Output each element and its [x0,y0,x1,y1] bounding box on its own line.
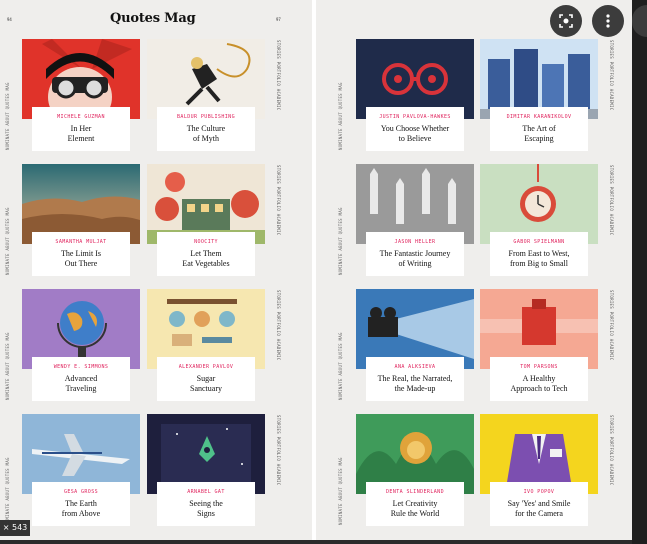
spine-label: STORIES PORTFOLIO ACADEMIC [276,165,281,236]
card-author: Alexander Pavlov [178,364,234,370]
card-author: Noocity [194,239,218,245]
spine-label: NOMINATE ABOUT QUOTES MAG [338,457,343,525]
spine-label: NOMINATE ABOUT QUOTES MAG [5,207,10,275]
card-title-line1: The Fantastic Journey [379,249,451,258]
card-title-line2: from Above [61,509,101,518]
spine-label: NOMINATE ABOUT QUOTES MAG [5,332,10,400]
spine-label: STORIES PORTFOLIO ACADEMIC [276,415,281,486]
spine-label: NOMINATE ABOUT QUOTES MAG [338,82,343,150]
spine-label: STORIES PORTFOLIO ACADEMIC [276,40,281,111]
card-author: Samantha Muljat [55,239,107,245]
card-title-line2: Traveling [65,384,97,393]
card-title-line1: From East to West, [508,249,570,258]
card-title-line1: The Art of [522,124,556,133]
article-card[interactable]: Denta Slinderland Let Creativity Rule th… [356,414,474,526]
spine-label: NOMINATE ABOUT QUOTES MAG [338,207,343,275]
article-card[interactable]: Gabor Spielmann From East to West, from … [480,164,598,276]
card-title-line1: The Real, the Narrated, [377,374,453,383]
card-title-line1: Let Them [190,249,222,258]
spine-label: NOMINATE ABOUT QUOTES MAG [5,457,10,525]
article-card[interactable]: Noocity Let Them Eat Vegetables [147,164,265,276]
card-author: Jason Heller [394,239,436,245]
spine-label: STORIES PORTFOLIO ACADEMIC [609,40,614,111]
card-title-line1: You Choose Whether [380,124,450,133]
card-title-line2: Eat Vegetables [182,259,230,268]
spine-label: NOMINATE ABOUT QUOTES MAG [5,82,10,150]
card-title-line1: The Earth [65,499,97,508]
lens-icon [559,14,573,28]
article-card[interactable]: Arnabel Gat Seeing the Signs [147,414,265,526]
article-card[interactable]: Alexander Pavlov Sugar Sanctuary [147,289,265,401]
card-title-line2: Out There [64,259,98,268]
article-card[interactable]: Ivo Popov Say 'Yes' and Smile for the Ca… [480,414,598,526]
card-title-line2: Signs [197,509,215,518]
magazine-title: Quotes Mag [110,11,196,26]
card-author: Denta Slinderland [386,489,444,495]
card-title-line1: Seeing the [189,499,223,508]
card-title-line1: The Limit Is [61,249,101,258]
card-title-line1: A Healthy [522,374,556,383]
article-card[interactable]: Samantha Muljat The Limit Is Out There [22,164,140,276]
spine-label: STORIES PORTFOLIO ACADEMIC [609,415,614,486]
zoom-badge: × 543 [0,520,30,536]
card-title-line1: Say 'Yes' and Smile [507,499,571,508]
card-author: Ivo Popov [523,489,555,495]
card-title-line1: Advanced [64,374,98,383]
spine-label: NOMINATE ABOUT QUOTES MAG [338,332,343,400]
viewer: 94 Quotes Mag 97 NOMINATE ABOUT QUOTES M… [0,0,647,544]
card-author: Ana Alksieva [394,364,436,370]
card-title-line2: Element [67,134,95,143]
card-title-line2: the Made-up [394,384,436,393]
card-title-line2: Rule the World [390,509,440,518]
left-page: 94 Quotes Mag 97 NOMINATE ABOUT QUOTES M… [0,0,312,540]
article-card[interactable]: Ana Alksieva The Real, the Narrated, the… [356,289,474,401]
card-author: Arnabel Gat [187,489,225,495]
card-author: Michele Guzman [57,114,105,120]
right-page: NOMINATE ABOUT QUOTES MAG NOMINATE ABOUT… [316,0,632,540]
card-author: Dimitar Karanikolov [506,114,572,120]
card-author: Gesa Gross [63,489,99,495]
spine-label: STORIES PORTFOLIO ACADEMIC [276,290,281,361]
article-card[interactable]: Michele Guzman In Her Element [22,39,140,151]
page-number-right-marker: 97 [276,17,281,22]
card-title-line2: Escaping [524,134,554,143]
card-title-line2: Approach to Tech [510,384,568,393]
spine-label: STORIES PORTFOLIO ACADEMIC [609,165,614,236]
card-author: Baldur Publishing [177,114,235,120]
card-author: Gabor Spielmann [513,239,565,245]
more-vert-icon [606,14,610,28]
page-number-left: 94 [7,17,12,22]
spine-label: STORIES PORTFOLIO ACADEMIC [609,290,614,361]
card-title-line2: Sanctuary [190,384,222,393]
card-title-line2: of Writing [398,259,432,268]
article-card[interactable]: Justin Pavlova-Hawkes You Choose Whether… [356,39,474,151]
card-title-line2: to Believe [398,134,432,143]
card-author: Wendy E. Simmons [53,364,109,370]
article-card[interactable]: Dimitar Karanikolov The Art of Escaping [480,39,598,151]
article-card[interactable]: Gesa Gross The Earth from Above [22,414,140,526]
card-title-line1: Let Creativity [392,499,438,508]
article-card[interactable]: Wendy E. Simmons Advanced Traveling [22,289,140,401]
scrollbar[interactable] [632,0,647,544]
card-title-line1: Sugar [196,374,216,383]
lens-button[interactable] [550,5,582,37]
card-author: Tom Parsons [520,364,558,370]
card-title-line2: for the Camera [515,509,563,518]
article-card[interactable]: Baldur Publishing The Culture of Myth [147,39,265,151]
card-author: Justin Pavlova-Hawkes [379,114,451,120]
card-title-line2: from Big to Small [510,259,568,268]
article-card[interactable]: Tom Parsons A Healthy Approach to Tech [480,289,598,401]
card-title-line1: In Her [70,124,92,133]
more-options-button[interactable] [592,5,624,37]
card-title-line1: The Culture [186,124,226,133]
card-title-line2: of Myth [193,134,219,143]
article-card[interactable]: Jason Heller The Fantastic Journey of Wr… [356,164,474,276]
